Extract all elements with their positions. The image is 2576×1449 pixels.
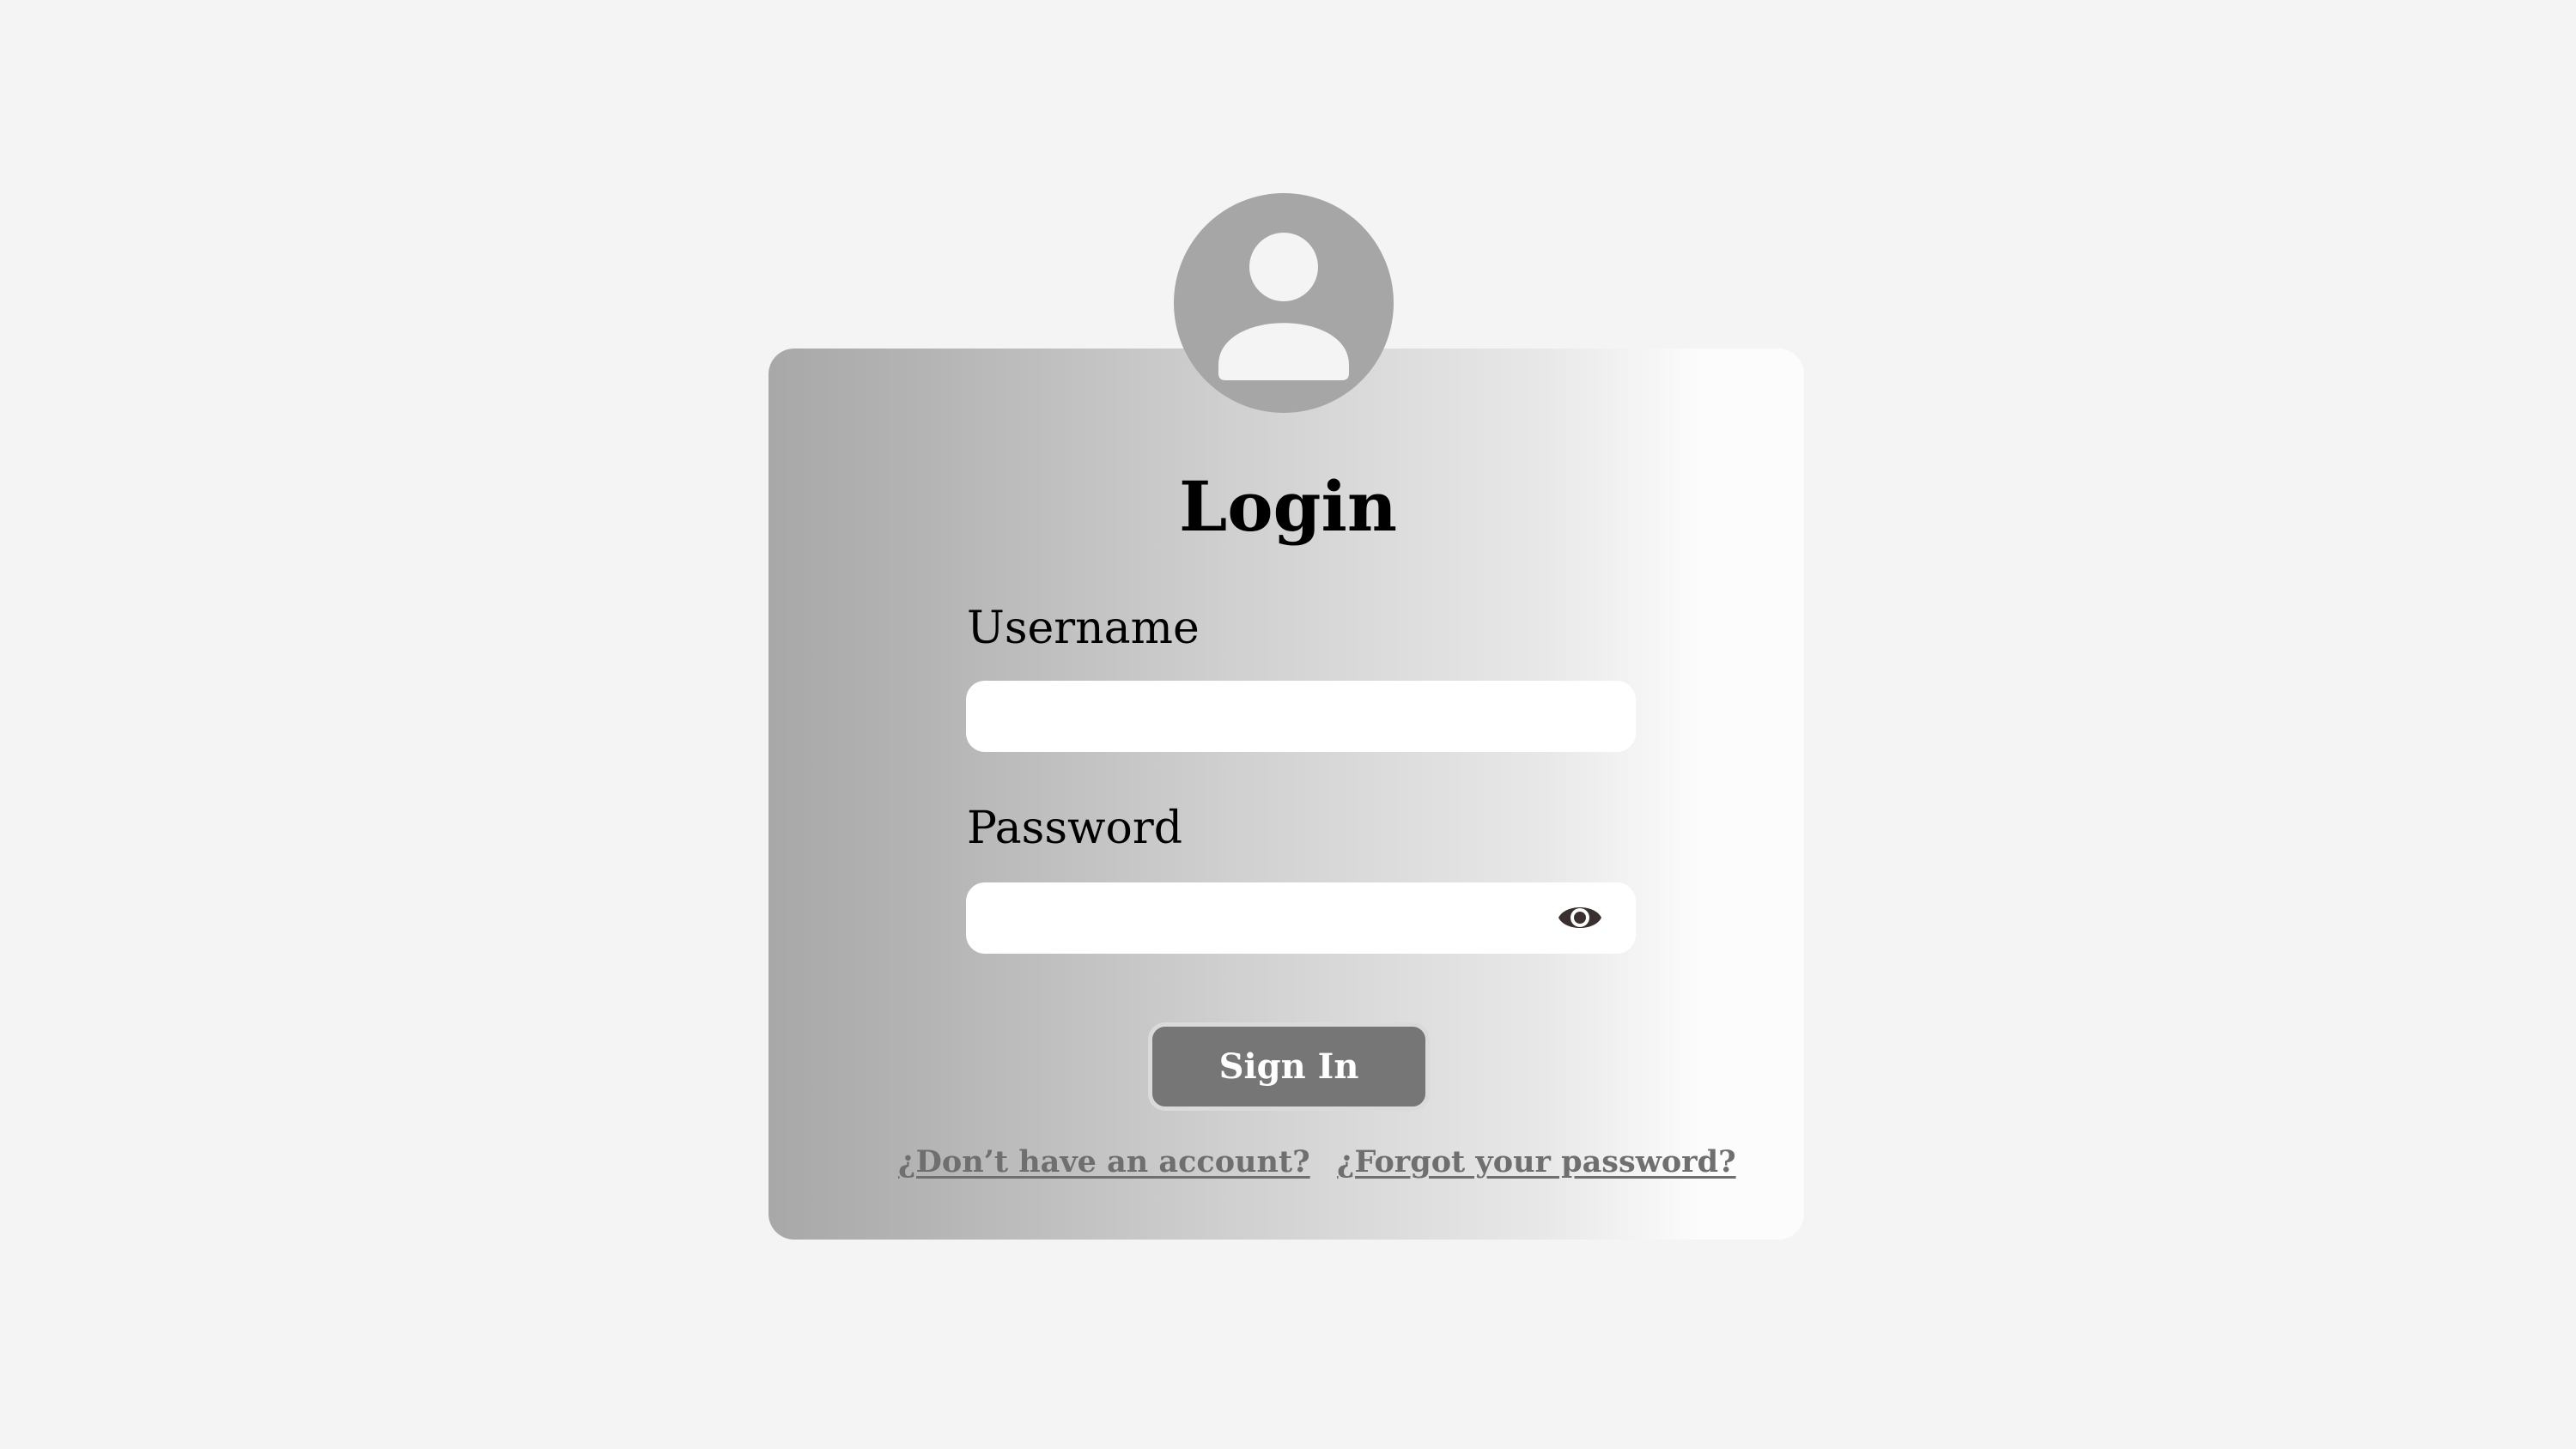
forgot-password-link[interactable]: ¿Forgot your password? [1337, 1138, 1736, 1186]
username-label: Username [967, 603, 1200, 654]
eye-icon[interactable] [1557, 900, 1603, 936]
page-title: Login [1178, 466, 1398, 547]
username-input[interactable] [966, 681, 1636, 752]
password-label: Password [967, 803, 1182, 854]
user-avatar-icon [1174, 193, 1394, 413]
sign-in-button[interactable]: Sign In [1148, 1022, 1430, 1111]
signup-link[interactable]: ¿Don’t have an account? [898, 1138, 1310, 1186]
password-input[interactable] [966, 882, 1636, 954]
